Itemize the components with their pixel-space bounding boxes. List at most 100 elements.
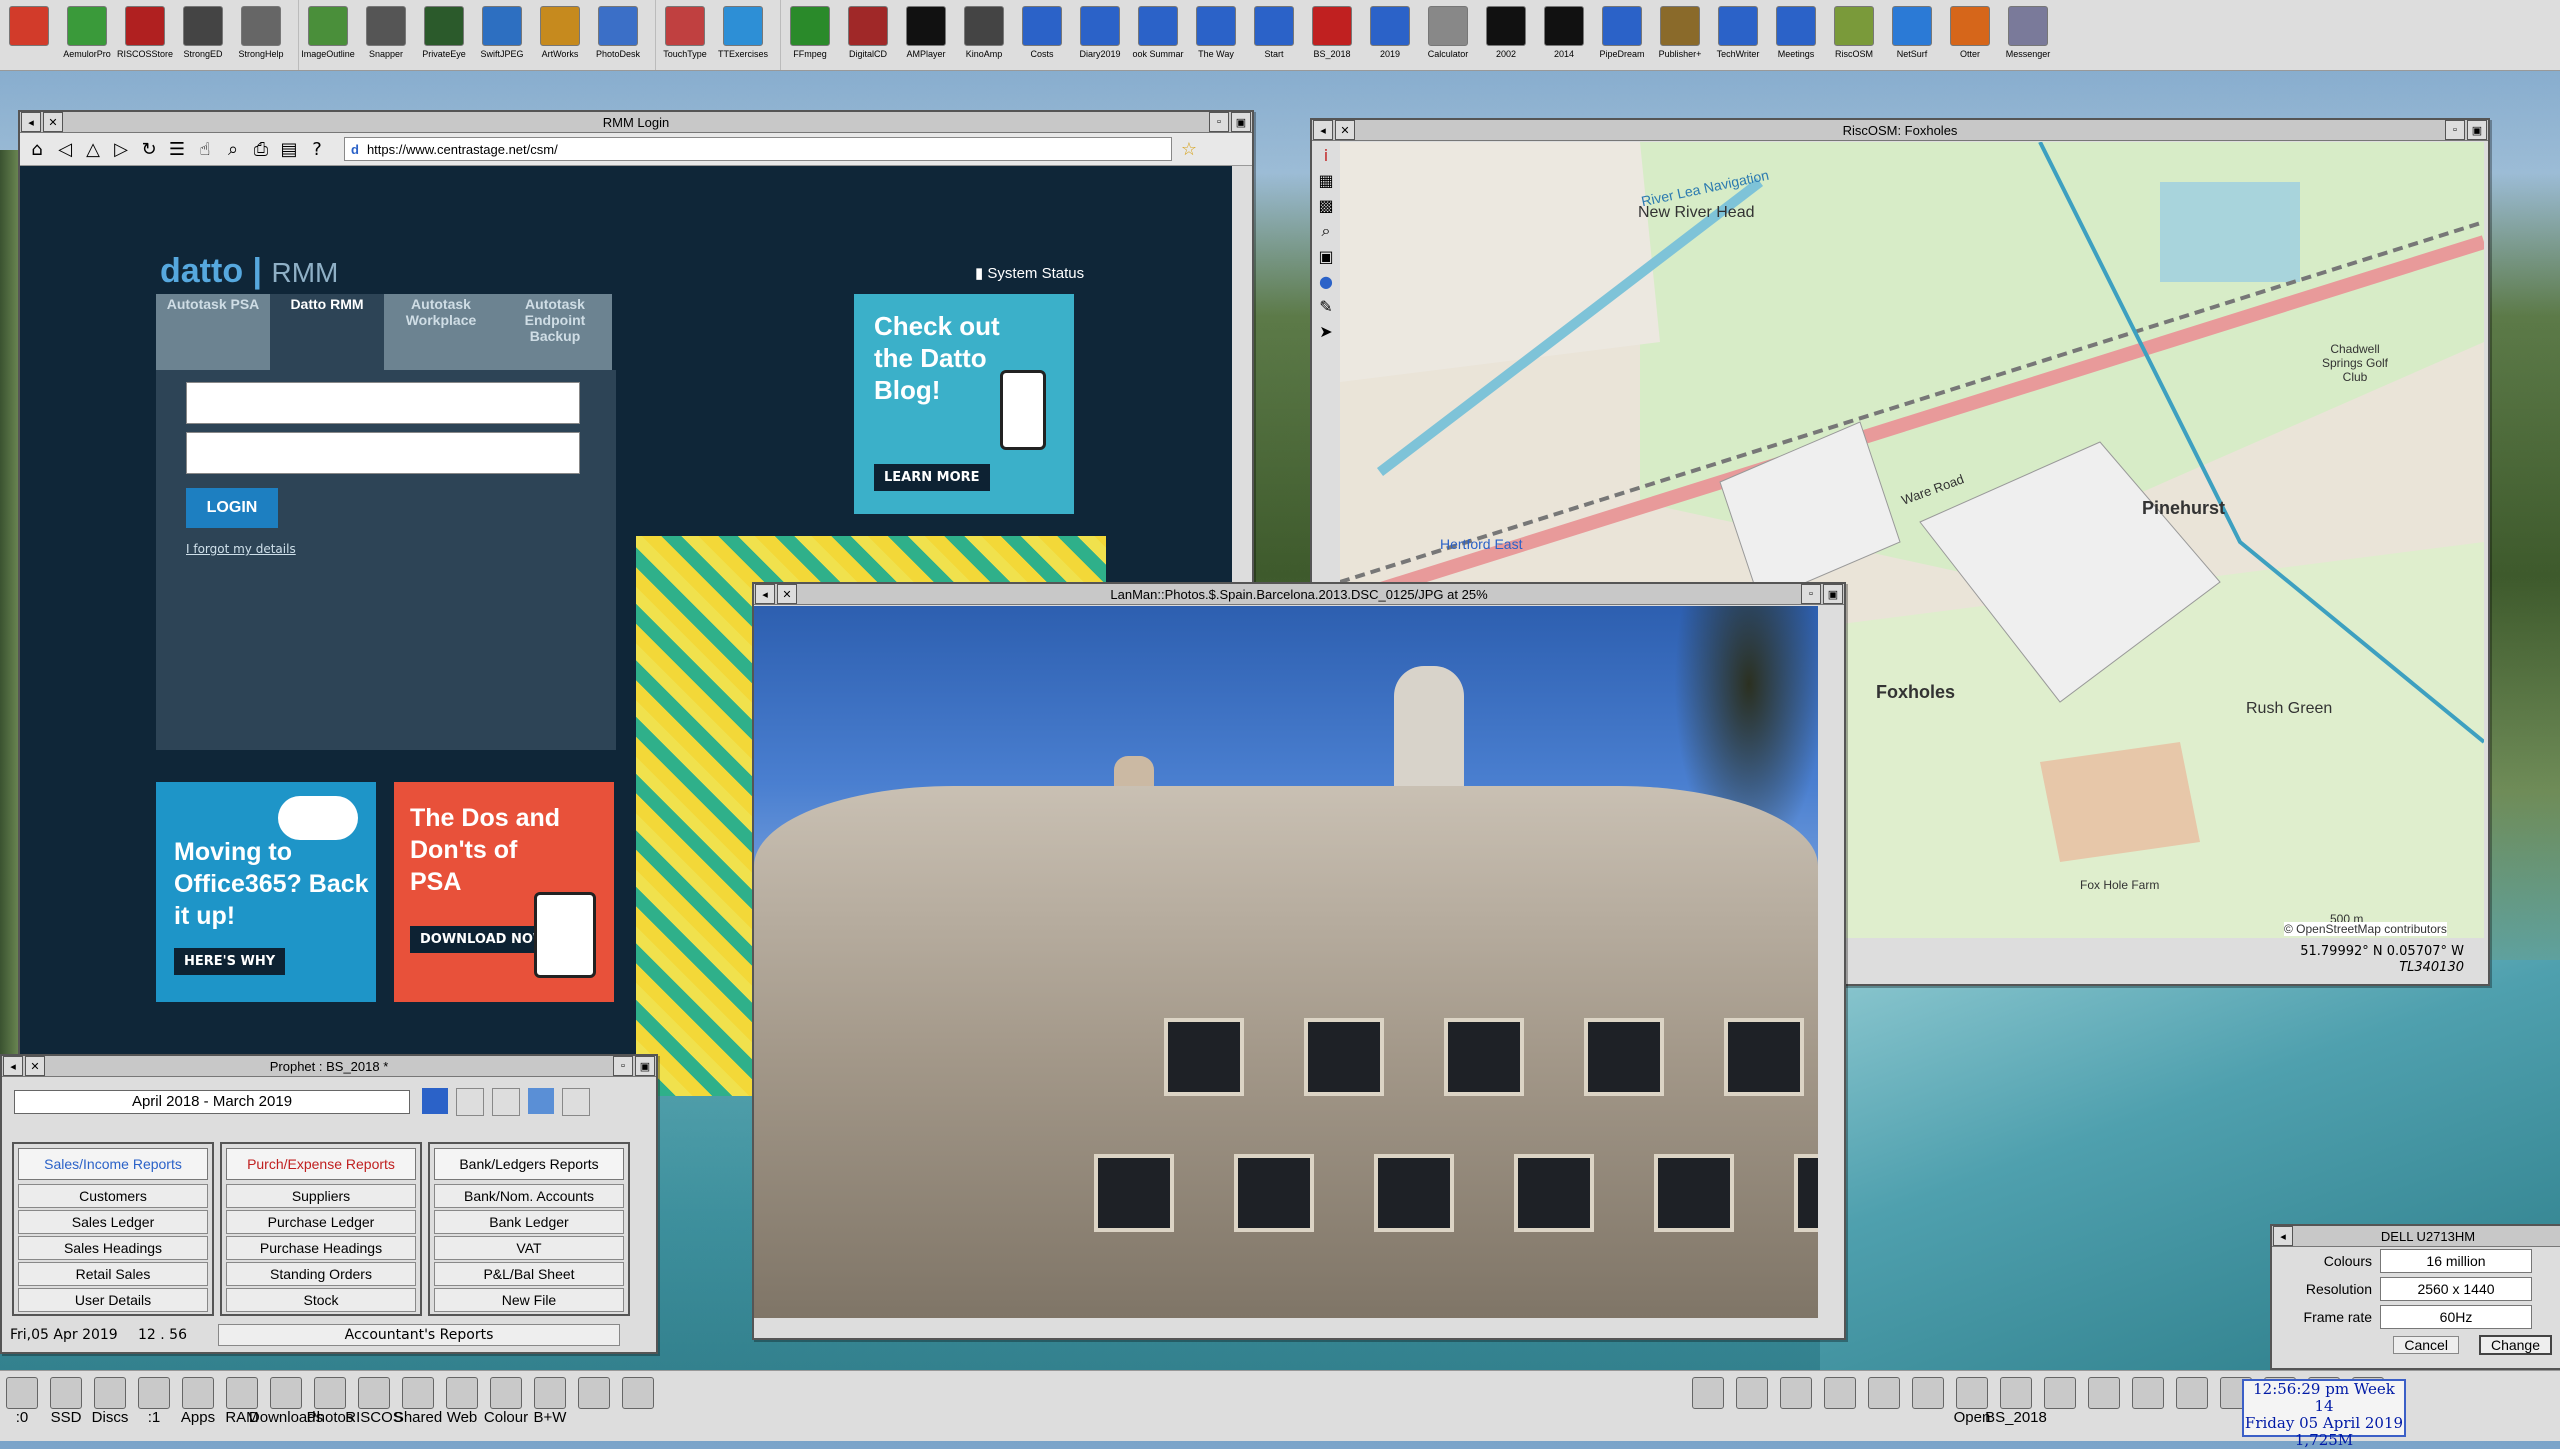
customers-button[interactable]: Customers [18, 1184, 208, 1208]
save-icon[interactable] [422, 1088, 448, 1114]
iconise-icon[interactable]: ▫ [1209, 112, 1229, 132]
suppliers-button[interactable]: Suppliers [226, 1184, 416, 1208]
iconbar-app[interactable]: StrongED [174, 0, 232, 70]
task-icon[interactable] [2038, 1371, 2082, 1441]
iconbar-app[interactable]: Costs [1013, 0, 1071, 70]
device-icon[interactable]: Photos [307, 1371, 353, 1441]
device-icon[interactable]: Shared [394, 1371, 442, 1441]
user-details-button[interactable]: User Details [18, 1288, 208, 1312]
iconbar-app[interactable]: Start [1245, 0, 1303, 70]
save-icon[interactable]: ▤ [278, 139, 300, 160]
password-field[interactable] [186, 432, 580, 474]
learn-more-button[interactable]: LEARN MORE [874, 464, 990, 491]
device-icon[interactable]: B+W [528, 1371, 572, 1441]
task-icon[interactable] [2082, 1371, 2126, 1441]
home-icon[interactable]: ⌂ [26, 139, 48, 160]
task-icon[interactable] [1730, 1371, 1774, 1441]
iconise-icon[interactable]: ▫ [613, 1056, 633, 1076]
back-icon[interactable]: ◂ [3, 1056, 23, 1076]
framerate-field[interactable]: 60Hz [2380, 1305, 2532, 1329]
iconbar-app[interactable]: 2002 [1477, 0, 1535, 70]
grid-icon[interactable]: ▩ [1318, 196, 1333, 215]
close-icon[interactable]: ✕ [25, 1056, 45, 1076]
purchase-headings-button[interactable]: Purchase Headings [226, 1236, 416, 1260]
iconbar-app[interactable]: PhotoDesk [589, 0, 647, 70]
pl-bal-sheet-button[interactable]: P&L/Bal Sheet [434, 1262, 624, 1286]
psa-ad[interactable]: The Dos and Don'ts of PSA DOWNLOAD NOW [394, 782, 614, 1002]
photo-titlebar[interactable]: ◂ ✕ LanMan::Photos.$.Spain.Barcelona.201… [754, 584, 1844, 605]
iconbar-app[interactable]: FFmpeg [781, 0, 839, 70]
task-icon[interactable]: BS_2018 [1985, 1371, 2047, 1441]
resolution-field[interactable]: 2560 x 1440 [2380, 1277, 2532, 1301]
layers-icon[interactable]: ▦ [1318, 171, 1333, 190]
device-icon[interactable]: :1 [132, 1371, 176, 1441]
purchase-reports-button[interactable]: Purch/Expense Reports [226, 1148, 416, 1180]
url-bar[interactable]: d https://www.centrastage.net/csm/ [344, 137, 1172, 161]
hand-icon[interactable]: ☝ [194, 139, 216, 160]
accountants-reports-button[interactable]: Accountant's Reports [218, 1324, 620, 1346]
info-icon[interactable]: i [1324, 146, 1328, 165]
clock-display[interactable]: 12:56:29 pm Week 14 Friday 05 April 2019… [2242, 1379, 2406, 1449]
iconbar-app[interactable]: TouchType [656, 0, 714, 70]
edit-icon[interactable] [492, 1088, 520, 1116]
task-icon[interactable]: Open [1950, 1371, 1994, 1441]
iconbar-app[interactable]: RiscOSM [1825, 0, 1883, 70]
back-icon[interactable]: ◂ [2273, 1226, 2293, 1246]
device-icon[interactable]: Discs [88, 1371, 132, 1441]
task-icon[interactable] [1818, 1371, 1862, 1441]
iconbar-app[interactable]: SwiftJPEG [473, 0, 531, 70]
browser-titlebar[interactable]: ◂ ✕ RMM Login ▫ ▣ [20, 112, 1252, 133]
iconbar-app[interactable]: TTExercises [714, 0, 772, 70]
device-icon[interactable]: Colour [484, 1371, 528, 1441]
new-file-button[interactable]: New File [434, 1288, 624, 1312]
iconbar-app[interactable]: BS_2018 [1303, 0, 1361, 70]
bookmarks-icon[interactable]: ☰ [166, 139, 188, 160]
iconbar-app[interactable]: StrongHelp [232, 0, 290, 70]
iconbar-app[interactable]: PipeDream [1593, 0, 1651, 70]
camera-icon[interactable]: ▣ [1318, 247, 1333, 266]
help-icon[interactable]: ? [306, 139, 328, 160]
route-icon[interactable]: ✎ [1319, 297, 1332, 316]
bank-ledger-button[interactable]: Bank Ledger [434, 1210, 624, 1234]
device-icon[interactable]: :0 [0, 1371, 44, 1441]
close-icon[interactable]: ✕ [777, 584, 797, 604]
forgot-details-link[interactable]: I forgot my details [186, 542, 296, 556]
cancel-button[interactable]: Cancel [2393, 1336, 2459, 1354]
colours-field[interactable]: 16 million [2380, 1249, 2532, 1273]
iconbar-app[interactable]: RISCOSStore [116, 0, 174, 70]
device-icon[interactable]: Downloads [249, 1371, 323, 1441]
tab-autotask-workplace[interactable]: Autotask Workplace [384, 294, 498, 370]
iconbar-app[interactable]: AemulorPro [58, 0, 116, 70]
blog-ad[interactable]: Check out the Datto Blog! LEARN MORE [854, 294, 1074, 514]
tab-autotask-endpoint-backup[interactable]: Autotask Endpoint Backup [498, 294, 612, 370]
login-button[interactable]: LOGIN [186, 488, 278, 528]
task-icon[interactable] [1774, 1371, 1818, 1441]
forward-arrow-icon[interactable]: ▷ [110, 139, 132, 160]
close-icon[interactable]: ✕ [1335, 120, 1355, 140]
system-status-link[interactable]: ▮ System Status [975, 264, 1084, 282]
iconbar-app[interactable]: Diary2019 [1071, 0, 1129, 70]
up-icon[interactable]: △ [82, 139, 104, 160]
purchase-ledger-button[interactable]: Purchase Ledger [226, 1210, 416, 1234]
print-icon[interactable]: ⎙ [250, 139, 272, 160]
map-titlebar[interactable]: ◂ ✕ RiscOSM: Foxholes ▫ ▣ [1312, 120, 2488, 141]
iconbar-app[interactable]: ArtWorks [531, 0, 589, 70]
iconbar-app[interactable]: 2019 [1361, 0, 1419, 70]
iconbar-app[interactable]: Otter [1941, 0, 1999, 70]
change-button[interactable]: Change [2478, 1335, 2552, 1355]
device-icon[interactable] [572, 1371, 616, 1441]
task-icon[interactable] [1862, 1371, 1906, 1441]
tab-datto-rmm[interactable]: Datto RMM [270, 294, 384, 370]
iconbar-app[interactable]: Messenger [1999, 0, 2057, 70]
iconbar-app[interactable] [0, 0, 58, 70]
pen-icon[interactable] [456, 1088, 484, 1116]
back-icon[interactable]: ◂ [21, 112, 41, 132]
iconbar-app[interactable]: ook Summar [1129, 0, 1187, 70]
device-icon[interactable] [616, 1371, 660, 1441]
back-arrow-icon[interactable]: ◁ [54, 139, 76, 160]
zoom-icon[interactable]: ⌕ [1322, 221, 1331, 241]
iconbar-app[interactable]: Snapper [357, 0, 415, 70]
toggle-size-icon[interactable]: ▣ [2467, 120, 2487, 140]
bank-reports-button[interactable]: Bank/Ledgers Reports [434, 1148, 624, 1180]
back-icon[interactable]: ◂ [1313, 120, 1333, 140]
